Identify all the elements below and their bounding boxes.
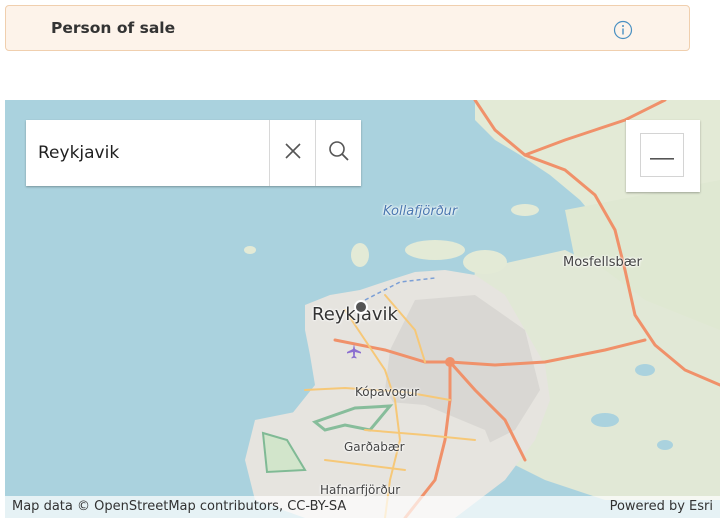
map-attribution: Map data © OpenStreetMap contributors, C… [5, 496, 720, 518]
close-icon [283, 141, 303, 165]
map-view[interactable]: Kollafjörður Mosfellsbær Reykjavik Kópav… [5, 100, 720, 518]
attribution-text[interactable]: Map data © OpenStreetMap contributors, C… [12, 499, 346, 514]
search-input[interactable] [26, 120, 270, 186]
search-button[interactable] [316, 120, 361, 186]
map-label-kopavogur: Kópavogur [355, 385, 420, 399]
clear-search-button[interactable] [271, 120, 316, 186]
search-icon [327, 139, 351, 167]
zoom-out-button[interactable] [640, 133, 684, 177]
header-panel: Person of sale [5, 5, 690, 51]
search-widget [26, 120, 361, 186]
map-label-mosfellsbaer: Mosfellsbær [563, 255, 642, 270]
map-label-hafnarfjordur: Hafnarfjörður [320, 483, 401, 497]
info-icon[interactable] [613, 20, 633, 40]
map-label-gardabaer: Garðabær [344, 440, 405, 454]
location-marker-icon[interactable] [354, 300, 368, 314]
map-label-bay: Kollafjörður [383, 204, 458, 219]
zoom-widget [626, 120, 700, 192]
header-title: Person of sale [51, 19, 176, 37]
airplane-icon [346, 343, 362, 363]
minus-icon [650, 146, 674, 165]
powered-by-text[interactable]: Powered by Esri [610, 499, 713, 514]
